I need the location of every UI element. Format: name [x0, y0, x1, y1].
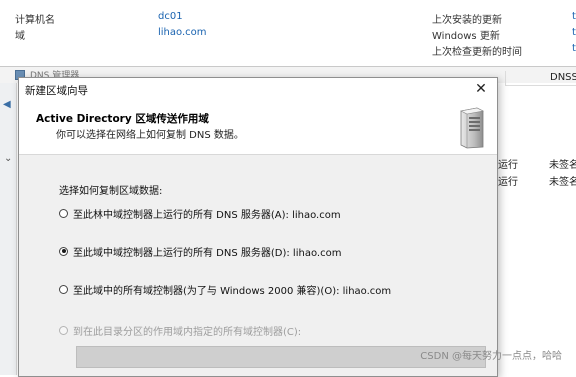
- dns-tree-pane[interactable]: ◀ ⌄: [0, 83, 17, 375]
- last-checked-label: 上次检查更新的时间: [432, 47, 522, 58]
- expand-chevron-icon[interactable]: ⌄: [4, 153, 12, 164]
- zone-row-1-sign: 未签名: [549, 160, 576, 171]
- domain-link[interactable]: lihao.com: [158, 27, 207, 38]
- option-directory-partition: 到在此目录分区的作用域内指定的所有域控制器(C):: [59, 323, 302, 338]
- last-installed-label: 上次安装的更新: [432, 15, 502, 26]
- last-checked-value[interactable]: t: [572, 43, 576, 54]
- wizard-title: 新建区域向导: [25, 85, 88, 97]
- windows-update-value[interactable]: t: [572, 27, 576, 38]
- option-label: 至此域中的所有域控制器(为了与 Windows 2000 兼容)(O): lih…: [73, 285, 392, 297]
- back-arrow-icon[interactable]: ◀: [3, 99, 11, 110]
- radio-button-selected[interactable]: [59, 246, 68, 256]
- option-forest-dns-servers[interactable]: 至此林中域控制器上运行的所有 DNS 服务器(A): lihao.com: [59, 206, 341, 221]
- option-domain-controllers-win2000[interactable]: 至此域中的所有域控制器(为了与 Windows 2000 兼容)(O): lih…: [59, 282, 392, 297]
- watermark: CSDN @每天努力一点点，哈哈: [420, 351, 562, 362]
- server-properties-panel: 计算机名 dc01 域 lihao.com 上次安装的更新 Windows 更新…: [0, 0, 576, 66]
- option-label: 至此林中域控制器上运行的所有 DNS 服务器(A): lihao.com: [73, 209, 341, 221]
- wizard-header: Active Directory 区域传送作用域 你可以选择在网络上如何复制 D…: [19, 100, 497, 155]
- option-label: 到在此目录分区的作用域内指定的所有域控制器(C):: [73, 326, 302, 338]
- page-title: Active Directory 区域传送作用域: [36, 113, 209, 125]
- radio-button[interactable]: [59, 284, 68, 294]
- computer-name-label: 计算机名: [15, 15, 55, 26]
- zone-row-2-sign: 未签名: [549, 177, 576, 188]
- replication-prompt: 选择如何复制区域数据:: [59, 186, 163, 197]
- server-icon: [460, 107, 484, 149]
- windows-update-label: Windows 更新: [432, 31, 500, 42]
- wizard-body: 选择如何复制区域数据: 至此林中域控制器上运行的所有 DNS 服务器(A): l…: [19, 155, 497, 377]
- last-installed-value[interactable]: t: [572, 11, 576, 22]
- option-domain-dns-servers[interactable]: 至此域中域控制器上运行的所有 DNS 服务器(D): lihao.com: [59, 244, 342, 259]
- domain-label: 域: [15, 31, 25, 42]
- close-button[interactable]: ✕: [471, 80, 491, 98]
- wizard-titlebar[interactable]: 新建区域向导 ✕: [19, 78, 497, 100]
- page-subtitle: 你可以选择在网络上如何复制 DNS 数据。: [56, 130, 244, 141]
- zone-row-2-status: 运行: [498, 177, 518, 188]
- option-label: 至此域中域控制器上运行的所有 DNS 服务器(D): lihao.com: [73, 247, 342, 259]
- dnssec-column-header[interactable]: DNSS: [505, 71, 576, 86]
- new-zone-wizard-dialog: 新建区域向导 ✕ Active Directory 区域传送作用域 你可以选择在…: [18, 77, 498, 377]
- zone-row-1-status: 运行: [498, 160, 518, 171]
- computer-name-link[interactable]: dc01: [158, 11, 183, 22]
- radio-button-disabled: [59, 325, 68, 335]
- dnssec-column-label: DNSS: [550, 72, 576, 83]
- radio-button[interactable]: [59, 208, 68, 218]
